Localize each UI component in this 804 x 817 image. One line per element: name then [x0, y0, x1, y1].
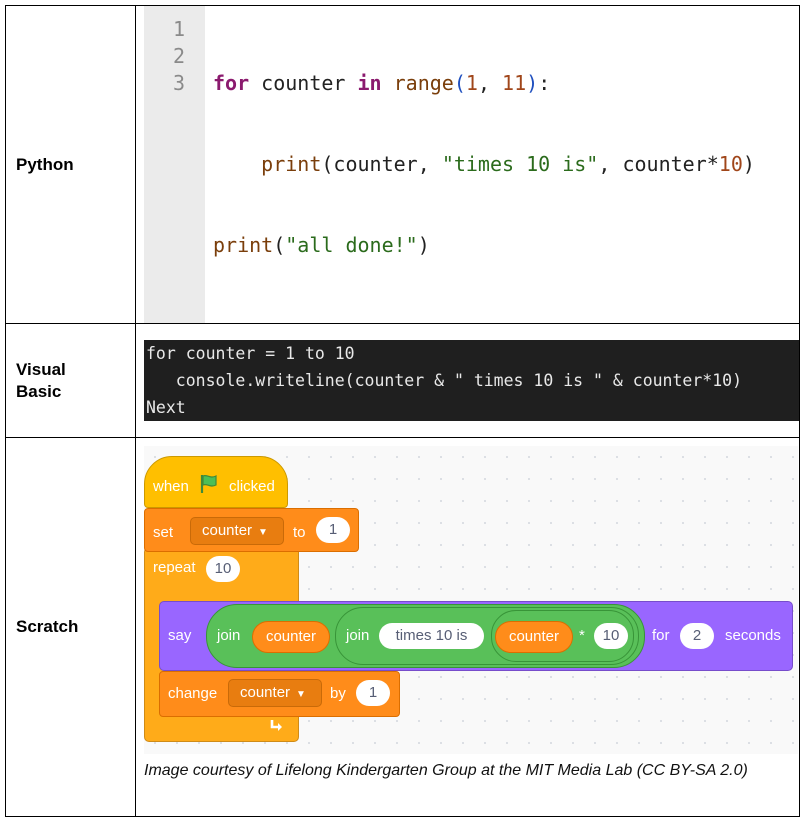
join-label: join	[346, 627, 370, 644]
clicked-label: clicked	[229, 478, 275, 495]
vb-code-cell: for counter = 1 to 10 console.writeline(…	[135, 323, 800, 438]
keyword: for	[213, 71, 250, 95]
code-text: )	[417, 233, 430, 257]
line-number: 1	[172, 17, 185, 41]
string: "all done!"	[285, 233, 418, 257]
change-value-input[interactable]: 1	[356, 680, 390, 706]
number: 10	[718, 152, 743, 176]
dropdown-value: counter	[202, 522, 253, 539]
code-text: (counter,	[321, 152, 442, 176]
python-row: Python 1 2 3 for counter in range(1, 11)…	[5, 5, 800, 324]
code-line: print(counter, "times 10 is", counter*10…	[213, 151, 755, 178]
code-line: Next	[146, 398, 186, 417]
repeat-label: repeat	[153, 559, 196, 576]
seconds-label: seconds	[725, 627, 781, 644]
set-variable-dropdown[interactable]: counter ▼	[190, 517, 284, 545]
paren: (	[453, 71, 466, 95]
dropdown-arrow-icon: ▼	[296, 689, 306, 700]
code-text: ,	[477, 71, 503, 95]
line-number: 3	[172, 71, 185, 95]
code-text: (	[273, 233, 286, 257]
vb-label-line: Basic	[16, 381, 62, 401]
python-label: Python	[5, 5, 136, 324]
code-line: console.writeline(counter & " times 10 i…	[146, 371, 743, 390]
join-label: join	[217, 627, 241, 644]
scratch-label: Scratch	[5, 437, 136, 817]
vb-label-line: Visual	[16, 359, 66, 379]
loop-arrow-icon	[268, 716, 286, 734]
when-label: when	[153, 478, 189, 495]
dropdown-value: counter	[240, 684, 291, 701]
builtin: print	[261, 152, 322, 176]
keyword: in	[357, 71, 382, 95]
python-code: for counter in range(1, 11): print(count…	[205, 6, 755, 323]
code-text: :	[538, 71, 551, 95]
code-text: , counter*	[598, 152, 719, 176]
repeat-count[interactable]: 10	[206, 556, 240, 582]
code-line: for counter in range(1, 11):	[213, 70, 755, 97]
scratch-stage: repeat 10 when clicked set counter ▼ to …	[144, 446, 798, 754]
number: 1	[465, 71, 478, 95]
code-text: counter	[249, 71, 358, 95]
say-label: say	[168, 627, 192, 644]
number: 11	[502, 71, 527, 95]
change-label: change	[168, 685, 218, 702]
set-value-input[interactable]: 1	[316, 517, 350, 543]
code-line: for counter = 1 to 10	[146, 344, 355, 363]
by-label: by	[330, 685, 346, 702]
change-variable-dropdown[interactable]: counter ▼	[228, 679, 322, 707]
python-code-cell: 1 2 3 for counter in range(1, 11): print…	[135, 5, 800, 324]
counter-reporter[interactable]: counter	[495, 621, 573, 653]
line-number: 2	[172, 44, 185, 68]
vb-label: Visual Basic	[5, 323, 136, 438]
text-input[interactable]: times 10 is	[379, 623, 484, 649]
code-text: )	[742, 152, 755, 176]
vb-code-block: for counter = 1 to 10 console.writeline(…	[144, 340, 800, 421]
multiplier-input[interactable]: 10	[594, 623, 628, 649]
string: "times 10 is"	[441, 152, 599, 176]
dropdown-arrow-icon: ▼	[258, 527, 268, 538]
scratch-cell: repeat 10 when clicked set counter ▼ to …	[135, 437, 800, 817]
python-code-block: 1 2 3 for counter in range(1, 11): print…	[144, 6, 799, 323]
set-label: set	[153, 524, 174, 541]
green-flag-icon	[198, 473, 220, 495]
counter-reporter[interactable]: counter	[252, 621, 330, 653]
for-label: for	[652, 627, 670, 644]
multiply-sign: *	[579, 627, 585, 644]
builtin: print	[213, 233, 274, 257]
image-caption: Image courtesy of Lifelong Kindergarten …	[144, 762, 748, 779]
code-line: print("all done!")	[213, 232, 755, 259]
builtin: range	[393, 71, 454, 95]
paren: )	[526, 71, 539, 95]
vb-row: Visual Basic for counter = 1 to 10 conso…	[5, 323, 800, 438]
scratch-row: Scratch repeat 10 when clicked set count…	[5, 437, 800, 817]
comparison-table: Python 1 2 3 for counter in range(1, 11)…	[5, 5, 800, 817]
seconds-input[interactable]: 2	[680, 623, 714, 649]
line-number-gutter: 1 2 3	[144, 6, 205, 323]
to-label: to	[293, 524, 306, 541]
